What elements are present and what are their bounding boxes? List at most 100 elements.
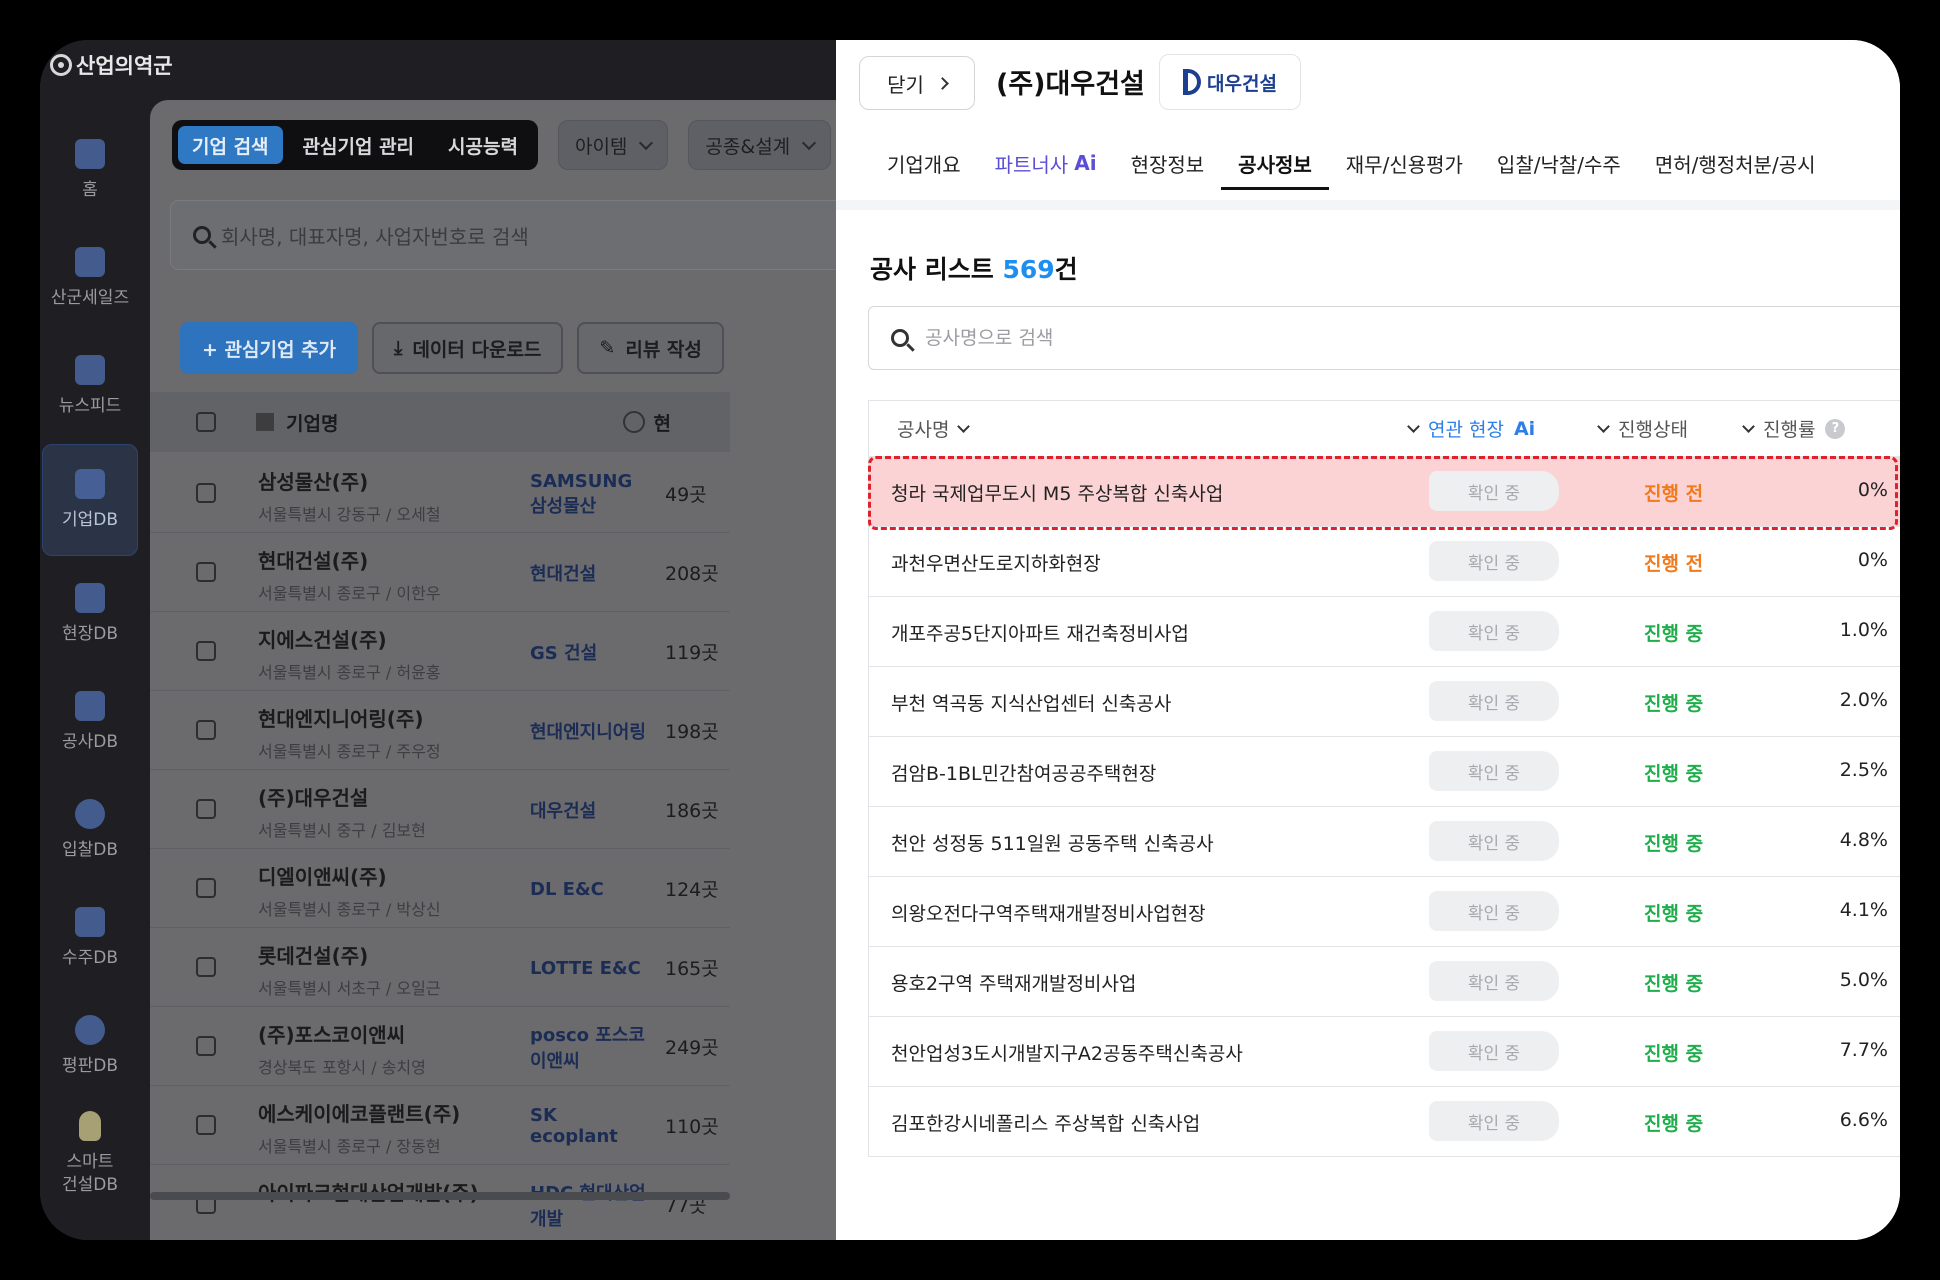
project-row[interactable]: 의왕오전다구역주택재개발정비사업현장 확인 중 진행 중 4.1%	[869, 877, 1900, 947]
project-row[interactable]: 김포한강시네폴리스 주상복합 신축사업 확인 중 진행 중 6.6%	[869, 1087, 1900, 1157]
sidebar-item-0[interactable]: 홈	[42, 120, 138, 220]
tab-construction-ability[interactable]: 시공능력	[434, 126, 532, 164]
project-row[interactable]: 과천우면산도로지하화현장 확인 중 진행 전 0%	[869, 527, 1900, 597]
project-count: 569	[1002, 255, 1055, 284]
item-filter-dropdown[interactable]: 아이템	[557, 120, 669, 170]
tab-interest-companies[interactable]: 관심기업 관리	[289, 126, 429, 164]
news-icon	[75, 354, 105, 385]
related-site-check-badge: 확인 중	[1429, 1031, 1559, 1071]
row-checkbox[interactable]	[196, 957, 216, 977]
company-address: 서울특별시 종로구 / 장동현	[258, 1137, 441, 1156]
tab-1[interactable]: 파트너사 Ai	[978, 136, 1114, 190]
sort-project-name[interactable]: 공사명	[897, 415, 971, 442]
lightbulb-icon	[79, 1111, 101, 1142]
data-download-label: 데이터 다운로드	[412, 338, 542, 361]
tab-label: 현장정보	[1130, 152, 1205, 177]
project-row[interactable]: 천안 성정동 511일원 공동주택 신축공사 확인 중 진행 중 4.8%	[869, 807, 1900, 877]
company-info: (주)대우건설 서울특별시 중구 / 김보현	[258, 782, 426, 841]
company-logo: DL E&C	[530, 878, 604, 900]
tab-2[interactable]: 현장정보	[1114, 136, 1222, 190]
project-row[interactable]: 부천 역곡동 지식산업센터 신축공사 확인 중 진행 중 2.0%	[869, 667, 1900, 737]
company-row[interactable]: 롯데건설(주) 서울특별시 서초구 / 오일근 LOTTE E&C 165곳	[150, 928, 730, 1007]
tab-company-search[interactable]: 기업 검색	[178, 126, 283, 164]
progress-status: 진행 전	[1644, 553, 1704, 575]
sidebar-item-5[interactable]: 공사DB	[42, 672, 138, 772]
sidebar-item-label: 뉴스피드	[58, 395, 122, 416]
horizontal-scrollbar[interactable]	[150, 1192, 730, 1200]
company-logo: LOTTE E&C	[530, 957, 641, 979]
tab-0[interactable]: 기업개요	[870, 136, 978, 190]
row-checkbox[interactable]	[196, 878, 216, 898]
project-row[interactable]: 용호2구역 주택재개발정비사업 확인 중 진행 중 5.0%	[869, 947, 1900, 1017]
company-logo: posco 포스코이앤씨	[530, 1025, 645, 1072]
row-checkbox[interactable]	[196, 562, 216, 582]
company-row[interactable]: 삼성물산(주) 서울특별시 강동구 / 오세철 SAMSUNG 삼성물산 49곳	[150, 454, 730, 533]
search-icon	[193, 226, 211, 244]
site-count: 165곳	[665, 958, 719, 980]
row-checkbox[interactable]	[196, 799, 216, 819]
sidebar-item-1[interactable]: 산군세일즈	[42, 228, 138, 328]
row-checkbox[interactable]	[196, 1036, 216, 1056]
company-search-input[interactable]: 회사명, 대표자명, 사업자번호로 검색	[170, 200, 870, 270]
row-checkbox[interactable]	[196, 720, 216, 740]
sidebar: 산업의역군 홈 산군세일즈 뉴스피드 기업DB 현장DB 공사DB 입찰DB 수주DB 평판DB…	[40, 40, 173, 1240]
related-site-check-badge: 확인 중	[1429, 1101, 1559, 1141]
company-row[interactable]: 에스케이에코플랜트(주) 서울특별시 종로구 / 장동현 SK ecoplant 11…	[150, 1086, 730, 1165]
help-icon[interactable]: ?	[1825, 418, 1846, 439]
project-row[interactable]: 청라 국제업무도시 M5 주상복합 신축사업 확인 중 진행 전 0%	[869, 457, 1900, 527]
sidebar-nav: 홈산군세일즈뉴스피드기업DB 현장DB 공사DB 입찰DB 수주DB 평판DB 스마트 건설…	[40, 120, 150, 1212]
sidebar-item-label: 기업DB	[61, 509, 119, 530]
company-row[interactable]: (주)포스코이앤씨 경상북도 포항시 / 송치영 posco 포스코이앤씨 249곳	[150, 1007, 730, 1086]
progress-rate: 6.6%	[1839, 1109, 1888, 1131]
progress-status: 진행 중	[1644, 973, 1704, 995]
sidebar-item-8[interactable]: 평판DB	[42, 996, 138, 1096]
sidebar-item-6[interactable]: 입찰DB	[42, 780, 138, 880]
add-interest-company-button[interactable]: + 관심기업 추가	[180, 322, 359, 374]
row-checkbox[interactable]	[196, 641, 216, 661]
project-search-input[interactable]	[925, 327, 1625, 349]
sidebar-item-label: 스마트 건설DB	[61, 1152, 119, 1195]
sidebar-item-2[interactable]: 뉴스피드	[42, 336, 138, 436]
tab-3[interactable]: 공사정보	[1221, 136, 1329, 190]
project-name: 천안 성정동 511일원 공동주택 신축공사	[891, 833, 1214, 855]
sidebar-item-3[interactable]: 기업DB	[42, 444, 138, 556]
company-row[interactable]: 디엘이앤씨(주) 서울특별시 종로구 / 박상신 DL E&C 124곳	[150, 849, 730, 928]
row-checkbox[interactable]	[196, 483, 216, 503]
tools-icon	[75, 690, 105, 721]
sidebar-item-7[interactable]: 수주DB	[42, 888, 138, 988]
detail-tabs: 기업개요 파트너사 Ai 현장정보 공사정보 재무/신용평가 입찰/낙찰/수주 면허/행정처분…	[870, 136, 1833, 190]
project-name: 개포주공5단지아파트 재건축정비사업	[891, 623, 1189, 645]
company-info: 현대건설(주) 서울특별시 종로구 / 이한우	[258, 545, 441, 604]
sort-progress-rate[interactable]: 진행률 ?	[1742, 415, 1846, 442]
tab-label: 공사정보	[1238, 152, 1312, 177]
company-name: (주)대우건설	[258, 786, 369, 810]
sidebar-item-label: 산군세일즈	[50, 287, 130, 308]
company-row[interactable]: 현대엔지니어링(주) 서울특별시 종로구 / 주우정 현대엔지니어링 198곳	[150, 691, 730, 770]
company-row[interactable]: 아이파크현대산업개발(주)HDC 현대산업개발77곳	[150, 1165, 730, 1240]
company-row[interactable]: (주)대우건설 서울특별시 중구 / 김보현 대우건설 186곳	[150, 770, 730, 849]
company-row[interactable]: 현대건설(주) 서울특별시 종로구 / 이한우 현대건설 208곳	[150, 533, 730, 612]
project-table: 공사명 연관 현장 Ai 진행상태 진행률 ? 청라 국제업무도시 M5 주상복…	[868, 400, 1900, 1157]
data-download-button[interactable]: ⤓ 데이터 다운로드	[372, 322, 564, 374]
company-address: 경상북도 포항시 / 송치영	[258, 1058, 426, 1077]
tab-6[interactable]: 면허/행정처분/공시	[1638, 136, 1833, 190]
tab-4[interactable]: 재무/신용평가	[1329, 136, 1480, 190]
brand-logo[interactable]: 산업의역군	[50, 50, 200, 80]
sidebar-item-9[interactable]: 스마트 건설DB	[42, 1104, 138, 1204]
work-type-filter-dropdown[interactable]: 공종&설계	[688, 120, 832, 170]
company-row[interactable]: 지에스건설(주) 서울특별시 종로구 / 허윤홍 GS 건설 119곳	[150, 612, 730, 691]
select-all-checkbox[interactable]	[196, 412, 216, 432]
tab-label: 파트너사	[994, 152, 1069, 177]
row-checkbox[interactable]	[196, 1115, 216, 1135]
sidebar-item-4[interactable]: 현장DB	[42, 564, 138, 664]
project-row[interactable]: 검암B-1BL민간참여공공주택현장 확인 중 진행 중 2.5%	[869, 737, 1900, 807]
sort-progress-status[interactable]: 진행상태	[1597, 415, 1688, 442]
close-drawer-button[interactable]: 닫기	[859, 56, 975, 110]
project-row[interactable]: 천안업성3도시개발지구A2공동주택신축공사 확인 중 진행 중 7.7%	[869, 1017, 1900, 1087]
map-pin-icon	[75, 582, 105, 613]
project-row[interactable]: 개포주공5단지아파트 재건축정비사업 확인 중 진행 중 1.0%	[869, 597, 1900, 667]
write-review-button[interactable]: ✎ 리뷰 작성	[577, 322, 724, 374]
sort-related-site[interactable]: 연관 현장 Ai	[1407, 415, 1535, 442]
tab-5[interactable]: 입찰/낙찰/수주	[1480, 136, 1638, 190]
company-info: 현대엔지니어링(주) 서울특별시 종로구 / 주우정	[258, 703, 441, 762]
